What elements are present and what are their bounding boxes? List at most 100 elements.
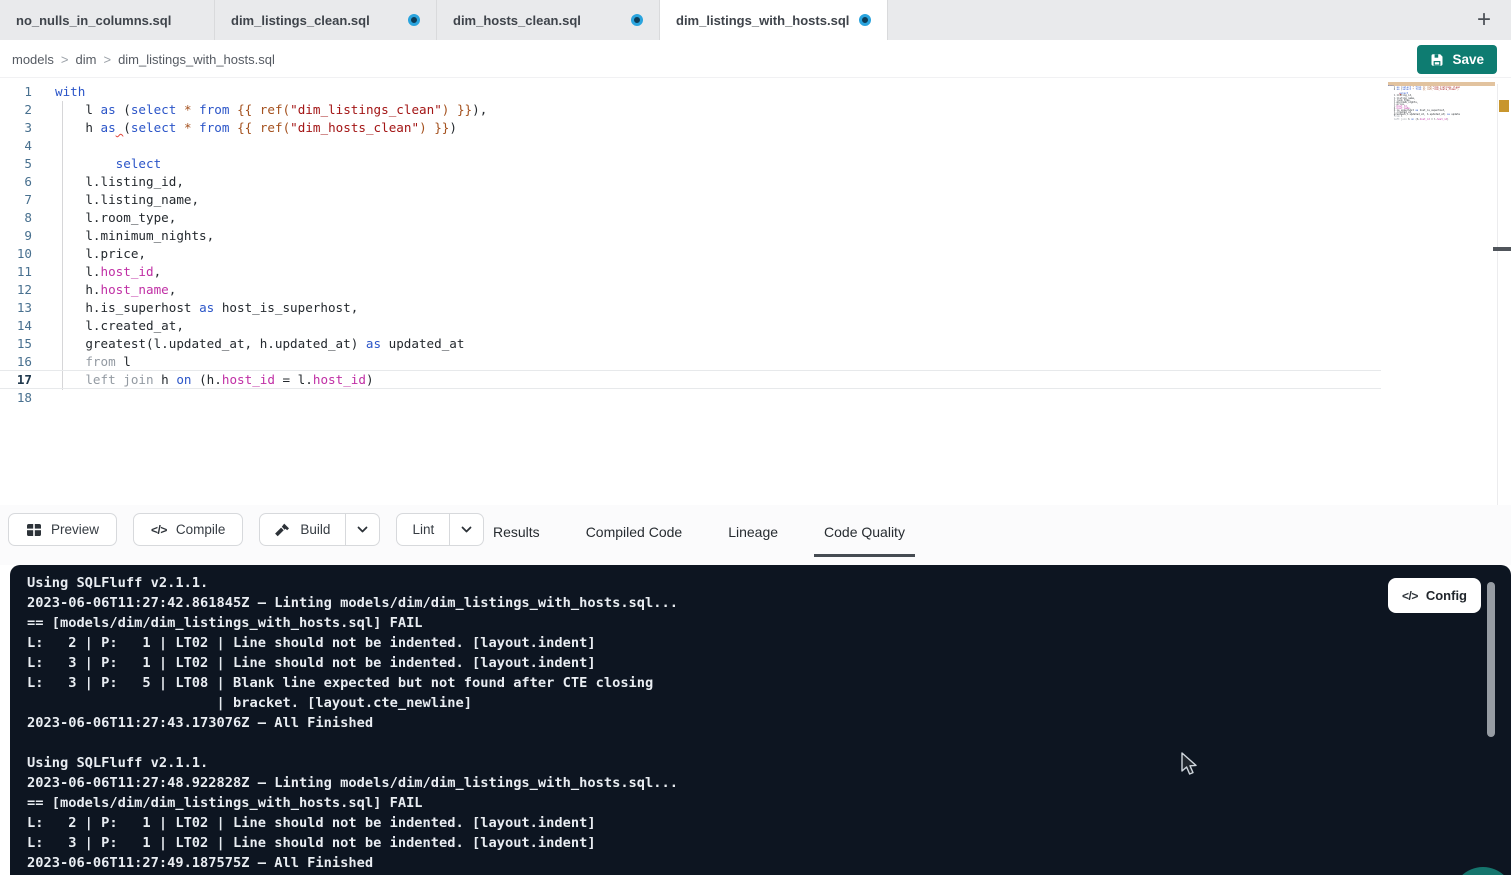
unsaved-changes-icon[interactable] [631,14,643,26]
code-line-content[interactable]: h as (select * from {{ ref("dim_hosts_cl… [55,119,457,137]
terminal-line: L: 3 | P: 1 | LT02 | Line should not be … [27,833,678,853]
lint-split-button: Lint [396,513,484,546]
terminal-scrollbar[interactable] [1487,582,1495,737]
scroll-position-marker[interactable] [1493,247,1511,251]
editor-tab-3[interactable]: dim_hosts_clean.sql [437,0,660,40]
code-line-8[interactable]: 8 l.room_type, [0,209,1511,227]
code-line-content[interactable]: l.room_type, [55,209,176,227]
config-button-label: Config [1426,588,1467,603]
unsaved-changes-icon[interactable] [408,14,420,26]
warning-marker[interactable] [1499,100,1509,112]
code-line-content[interactable]: l.minimum_nights, [55,227,214,245]
code-line-3[interactable]: 3 h as (select * from {{ ref("dim_hosts_… [0,119,1511,137]
code-line-2[interactable]: 2 l as (select * from {{ ref("dim_listin… [0,101,1511,119]
tab-results[interactable]: Results [483,510,550,557]
terminal-line: Using SQLFluff v2.1.1. [27,753,678,773]
code-line-content[interactable]: greatest(l.updated_at, h.updated_at) as … [55,335,464,353]
code-line-6[interactable]: 6 l.listing_id, [0,173,1511,191]
chevron-down-icon [460,523,473,536]
action-toolbar: Preview </>Compile Build Lint Results Compil… [0,505,1511,565]
line-number: 10 [0,245,32,263]
editor-tab-1[interactable]: no_nulls_in_columns.sql [0,0,215,40]
line-number: 4 [0,137,32,155]
tab-label: dim_listings_clean.sql [231,13,370,28]
line-number: 14 [0,317,32,335]
chevron-right-icon: > [61,52,69,67]
code-line-14[interactable]: 14 l.created_at, [0,317,1511,335]
hammer-icon [275,522,291,538]
minimap[interactable]: with l as (select * from {{ ref("dim_lis… [1388,85,1460,205]
breadcrumb-item: dim_listings_with_hosts.sql [118,52,275,67]
code-line-12[interactable]: 12 h.host_name, [0,281,1511,299]
code-line-18[interactable]: 18 [0,389,1511,407]
breadcrumb-bar: models>dim>dim_listings_with_hosts.sql S… [0,40,1511,78]
unsaved-changes-icon[interactable] [859,14,871,26]
compile-button[interactable]: </>Compile [133,513,243,546]
line-number: 16 [0,353,32,371]
code-line-15[interactable]: 15 greatest(l.updated_at, h.updated_at) … [0,335,1511,353]
build-split-button: Build [259,513,380,546]
panel-tab-bar: Results Compiled Code Lineage Code Quality [483,510,915,557]
save-button[interactable]: Save [1417,45,1497,74]
code-quality-terminal[interactable]: Using SQLFluff v2.1.1.2023-06-06T11:27:4… [10,565,1511,875]
code-line-content[interactable]: l.price, [55,245,146,263]
code-line-content[interactable]: with [55,83,85,101]
line-number: 13 [0,299,32,317]
line-number: 3 [0,119,32,137]
build-button[interactable]: Build [259,513,346,546]
code-line-7[interactable]: 7 l.listing_name, [0,191,1511,209]
line-number: 12 [0,281,32,299]
code-line-content[interactable]: select [55,155,161,173]
breadcrumb: models>dim>dim_listings_with_hosts.sql [12,40,275,78]
code-line-16[interactable]: 16 from l [0,353,1511,371]
chevron-right-icon: > [103,52,111,67]
line-number: 2 [0,101,32,119]
code-line-content[interactable]: l.listing_id, [55,173,184,191]
code-line-1[interactable]: 1with [0,83,1511,101]
code-line-content[interactable]: l.host_id, [55,263,161,281]
config-button[interactable]: </> Config [1388,578,1481,613]
code-line-content[interactable]: from l [55,353,131,371]
code-line-4[interactable]: 4 [0,137,1511,155]
terminal-line: L: 2 | P: 1 | LT02 | Line should not be … [27,633,678,653]
code-line-17[interactable]: 17 left join h on (h.host_id = l.host_id… [0,371,1511,389]
line-number: 17 [0,371,32,389]
terminal-line: == [models/dim/dim_listings_with_hosts.s… [27,613,678,633]
code-line-content[interactable]: left join h on (h.host_id = l.host_id) [55,371,374,389]
code-line-content[interactable]: h.host_name, [55,281,176,299]
tab-label: dim_listings_with_hosts.sql [676,13,849,28]
build-dropdown-button[interactable] [346,513,380,546]
line-number: 9 [0,227,32,245]
terminal-line: 2023-06-06T11:27:43.173076Z — All Finish… [27,713,678,733]
code-line-11[interactable]: 11 l.host_id, [0,263,1511,281]
terminal-line: == [models/dim/dim_listings_with_hosts.s… [27,793,678,813]
preview-button-label: Preview [51,522,99,537]
tab-label: no_nulls_in_columns.sql [16,13,171,28]
editor-tab-2[interactable]: dim_listings_clean.sql [215,0,437,40]
line-number: 8 [0,209,32,227]
code-line-5[interactable]: 5 select [0,155,1511,173]
terminal-line: L: 3 | P: 5 | LT08 | Blank line expected… [27,673,678,693]
terminal-line: L: 3 | P: 1 | LT02 | Line should not be … [27,653,678,673]
code-line-9[interactable]: 9 l.minimum_nights, [0,227,1511,245]
terminal-line: L: 2 | P: 1 | LT02 | Line should not be … [27,813,678,833]
code-line-content[interactable]: h.is_superhost as host_is_superhost, [55,299,358,317]
minimap-line: h as (select * from {{ ref("dim_hosts_cl… [1388,89,1460,91]
tab-compiled-code[interactable]: Compiled Code [576,510,693,557]
code-line-content[interactable]: l.listing_name, [55,191,199,209]
code-line-10[interactable]: 10 l.price, [0,245,1511,263]
code-editor[interactable]: 1with2 l as (select * from {{ ref("dim_l… [0,78,1511,505]
editor-tab-4[interactable]: dim_listings_with_hosts.sql [660,0,888,40]
tab-code-quality[interactable]: Code Quality [814,510,915,557]
terminal-line: 2023-06-06T11:27:42.861845Z — Linting mo… [27,593,678,613]
tab-lineage[interactable]: Lineage [718,510,788,557]
code-line-content[interactable]: l.created_at, [55,317,184,335]
preview-button[interactable]: Preview [8,513,117,546]
lint-button[interactable]: Lint [396,513,450,546]
lint-dropdown-button[interactable] [450,513,484,546]
line-number: 15 [0,335,32,353]
terminal-line: 2023-06-06T11:27:48.922828Z — Linting mo… [27,773,678,793]
code-line-content[interactable]: l as (select * from {{ ref("dim_listings… [55,101,487,119]
new-tab-button[interactable]: + [1467,3,1501,37]
code-line-13[interactable]: 13 h.is_superhost as host_is_superhost, [0,299,1511,317]
